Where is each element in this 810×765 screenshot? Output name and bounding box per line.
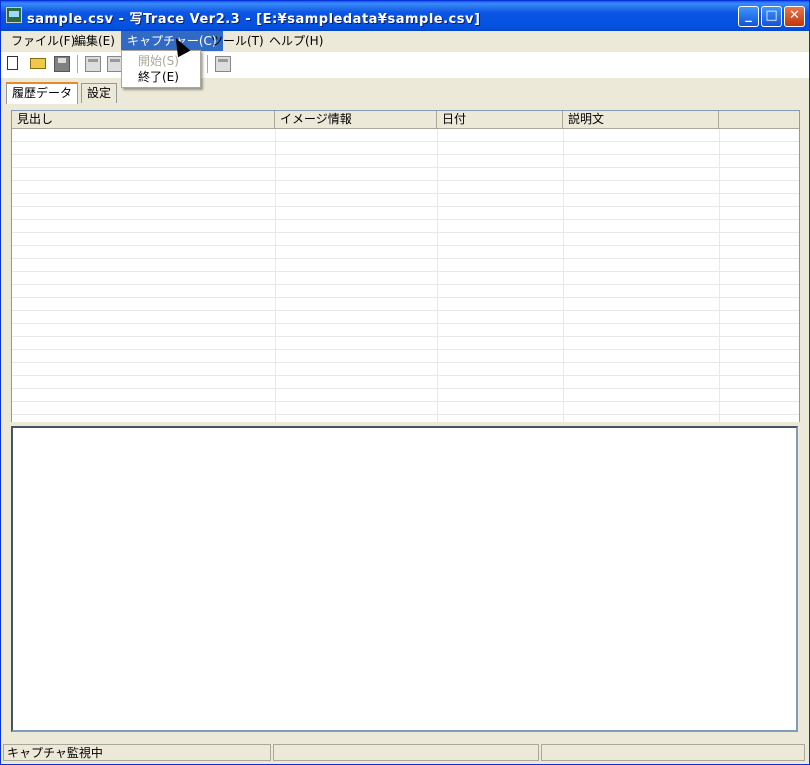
tab-history-data[interactable]: 履歴データ: [6, 82, 79, 104]
status-text: キャプチャ監視中: [3, 744, 271, 761]
open-folder-icon[interactable]: [30, 58, 46, 69]
status-cell-3: [541, 744, 805, 761]
view-icon[interactable]: [85, 56, 101, 72]
column-header-image-info[interactable]: イメージ情報: [275, 111, 437, 128]
preview-pane: [11, 426, 798, 732]
column-divider: [719, 129, 720, 422]
column-header-date[interactable]: 日付: [437, 111, 563, 128]
capture-dropdown-menu: 開始(S) 終了(E): [121, 50, 201, 88]
menu-edit[interactable]: 編集(E): [68, 31, 121, 51]
status-cell-2: [273, 744, 539, 761]
close-button[interactable]: ✕: [784, 6, 805, 27]
status-bar: キャプチャ監視中: [1, 741, 809, 764]
table-header: 見出し イメージ情報 日付 説明文: [12, 111, 799, 129]
main-window: sample.csv - 写Trace Ver2.3 - [E:¥sampled…: [0, 0, 810, 765]
window-icon[interactable]: [215, 56, 231, 72]
minimize-button[interactable]: _: [738, 6, 759, 27]
table-body[interactable]: [12, 129, 799, 422]
new-file-icon[interactable]: [7, 56, 18, 70]
capture-start-item[interactable]: 開始(S): [138, 53, 179, 69]
column-divider: [275, 129, 276, 422]
column-header-heading[interactable]: 見出し: [12, 111, 275, 128]
column-divider: [437, 129, 438, 422]
menu-tools[interactable]: ツール(T): [205, 31, 270, 51]
capture-end-item[interactable]: 終了(E): [138, 69, 179, 85]
column-header-extra[interactable]: [719, 111, 799, 128]
toolbar-separator: [207, 55, 209, 73]
maximize-button[interactable]: □: [761, 6, 782, 27]
window-title: sample.csv - 写Trace Ver2.3 - [E:¥sampled…: [27, 12, 481, 27]
app-icon[interactable]: [6, 7, 22, 23]
column-header-description[interactable]: 説明文: [563, 111, 719, 128]
menu-help[interactable]: ヘルプ(H): [263, 31, 329, 51]
title-bar[interactable]: sample.csv - 写Trace Ver2.3 - [E:¥sampled…: [1, 1, 809, 31]
column-divider: [563, 129, 564, 422]
menu-bar: ファイル(F) 編集(E) キャプチャー(C) ツール(T) ヘルプ(H): [1, 31, 809, 51]
toolbar-separator: [77, 55, 79, 73]
save-icon[interactable]: [54, 56, 70, 72]
tab-settings[interactable]: 設定: [81, 83, 118, 103]
history-table[interactable]: 見出し イメージ情報 日付 説明文: [11, 110, 800, 423]
